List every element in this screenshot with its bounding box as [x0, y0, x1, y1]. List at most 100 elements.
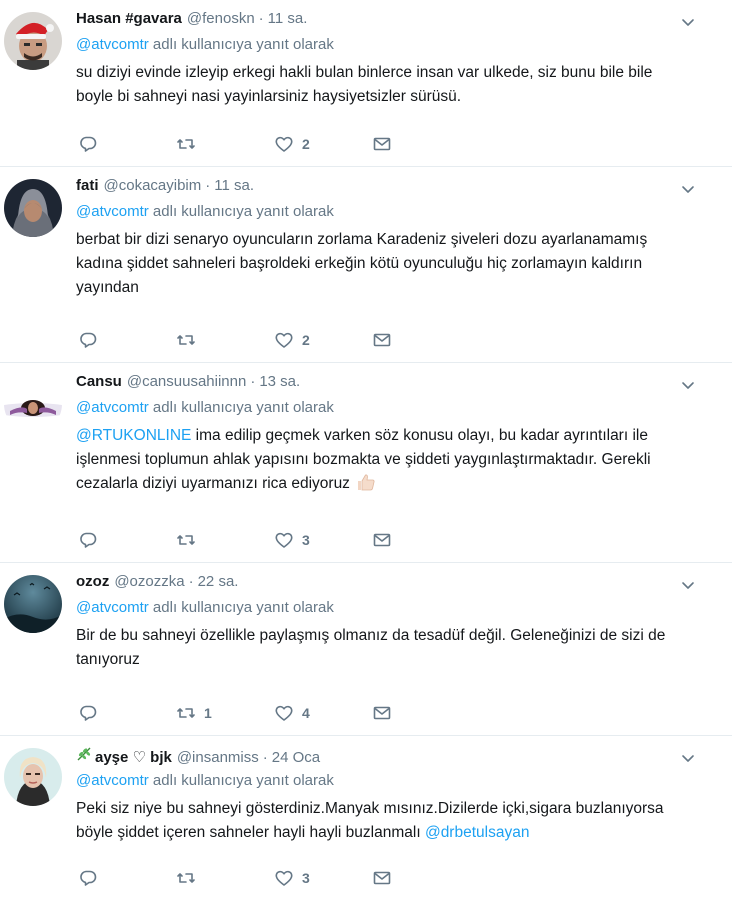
- user-fullname[interactable]: Hasan #gavara: [76, 10, 182, 27]
- tweet-actions: 2: [78, 134, 470, 154]
- direct-message-button[interactable]: [372, 530, 470, 550]
- tweet-time[interactable]: 22 sa.: [198, 573, 239, 590]
- reply-context: @atvcomtr adlı kullanıcıya yanıt olarak: [76, 770, 716, 794]
- reply-button[interactable]: [78, 530, 176, 550]
- user-handle[interactable]: @cansuusahiinnn: [127, 373, 246, 390]
- retweet-button[interactable]: [176, 530, 274, 550]
- reply-mention-link[interactable]: @atvcomtr: [76, 599, 149, 616]
- direct-message-button[interactable]: [372, 703, 470, 723]
- retweet-icon: [177, 139, 195, 149]
- separator-dot: ·: [205, 177, 211, 194]
- direct-message-button[interactable]: [372, 134, 470, 154]
- reply-context: @atvcomtr adlı kullanıcıya yanıt olarak: [76, 201, 716, 225]
- like-button[interactable]: 2: [274, 330, 372, 350]
- tweet-feed: Hasan #gavara @fenoskn · 11 sa. @atvcomt…: [0, 0, 732, 900]
- avatar[interactable]: [4, 575, 62, 633]
- tweet-item[interactable]: Hasan #gavara @fenoskn · 11 sa. @atvcomt…: [0, 0, 732, 167]
- reply-button[interactable]: [78, 134, 176, 154]
- text-mention-link[interactable]: @RTUKONLINE: [76, 427, 191, 444]
- reply-mention-link[interactable]: @atvcomtr: [76, 772, 149, 789]
- chevron-down-icon[interactable]: [680, 750, 696, 766]
- user-handle[interactable]: @cokacayibim: [104, 177, 202, 194]
- avatar[interactable]: [4, 375, 62, 433]
- user-handle[interactable]: @ozozzka: [114, 573, 184, 590]
- reply-context-label: adlı kullanıcıya yanıt olarak: [152, 772, 334, 789]
- tweet-text: Peki siz niye bu sahneyi gösterdiniz.Man…: [76, 797, 716, 845]
- tweet-item[interactable]: fati @cokacayibim · 11 sa. @atvcomtr adl…: [0, 167, 732, 363]
- like-button[interactable]: 2: [274, 134, 372, 154]
- tweet-header: ayşe ♡ bjk @insanmiss · 24 Oca: [76, 746, 716, 766]
- tweet-time[interactable]: 11 sa.: [268, 10, 308, 27]
- chevron-down-icon[interactable]: [680, 14, 696, 30]
- heart-icon: [275, 870, 293, 886]
- like-count: 4: [302, 705, 310, 721]
- reply-mention-link[interactable]: @atvcomtr: [76, 203, 149, 220]
- separator-dot: ·: [262, 749, 268, 766]
- reply-icon: [80, 532, 97, 548]
- text-mention-link[interactable]: @drbetulsayan: [425, 824, 530, 841]
- reply-context-label: adlı kullanıcıya yanıt olarak: [152, 399, 334, 416]
- tweet-actions: 3: [78, 530, 470, 550]
- user-fullname[interactable]: ayşe ♡ bjk: [95, 748, 172, 766]
- tweet-actions: 1 4: [78, 703, 470, 723]
- retweet-button[interactable]: [176, 330, 274, 350]
- retweet-button[interactable]: [176, 134, 274, 154]
- tweet-actions: 2: [78, 330, 470, 350]
- tweet-header: fati @cokacayibim · 11 sa.: [76, 177, 716, 197]
- like-button[interactable]: 3: [274, 868, 372, 888]
- like-count: 3: [302, 870, 310, 886]
- thumbs-up-emoji-icon: [356, 473, 376, 499]
- tweet-actions: 3: [78, 868, 470, 888]
- envelope-icon: [373, 333, 391, 347]
- avatar[interactable]: [4, 179, 62, 237]
- heart-icon: [275, 332, 293, 348]
- user-fullname[interactable]: ozoz: [76, 573, 109, 590]
- tweet-item[interactable]: ayşe ♡ bjk @insanmiss · 24 Oca @atvcomtr…: [0, 736, 732, 900]
- retweet-button[interactable]: 1: [176, 703, 274, 723]
- heart-icon: [275, 705, 293, 721]
- envelope-icon: [373, 871, 391, 885]
- direct-message-button[interactable]: [372, 330, 470, 350]
- avatar[interactable]: [4, 12, 62, 70]
- tweet-time[interactable]: 11 sa.: [214, 177, 254, 194]
- user-handle[interactable]: @fenoskn: [187, 10, 255, 27]
- envelope-icon: [373, 706, 391, 720]
- chevron-down-icon[interactable]: [680, 577, 696, 593]
- tweet-text: su diziyi evinde izleyip erkegi hakli bu…: [76, 64, 653, 105]
- heart-icon: [275, 136, 293, 152]
- avatar[interactable]: [4, 748, 62, 806]
- reply-mention-link[interactable]: @atvcomtr: [76, 36, 149, 53]
- tweet-time[interactable]: 13 sa.: [259, 373, 300, 390]
- chevron-down-icon[interactable]: [680, 181, 696, 197]
- user-handle[interactable]: @insanmiss: [177, 749, 259, 766]
- separator-dot: ·: [250, 373, 256, 390]
- reply-icon: [80, 332, 97, 348]
- user-fullname[interactable]: Cansu: [76, 373, 122, 390]
- envelope-icon: [373, 533, 391, 547]
- reply-context-label: adlı kullanıcıya yanıt olarak: [152, 203, 334, 220]
- tweet-header: Hasan #gavara @fenoskn · 11 sa.: [76, 10, 716, 30]
- tweet-item[interactable]: ozoz @ozozzka · 22 sa. @atvcomtr adlı ku…: [0, 563, 732, 736]
- like-button[interactable]: 3: [274, 530, 372, 550]
- envelope-icon: [373, 137, 391, 151]
- direct-message-button[interactable]: [372, 868, 470, 888]
- reply-context: @atvcomtr adlı kullanıcıya yanıt olarak: [76, 397, 716, 421]
- retweet-count: 1: [204, 705, 212, 721]
- reply-button[interactable]: [78, 330, 176, 350]
- like-button[interactable]: 4: [274, 703, 372, 723]
- reply-button[interactable]: [78, 868, 176, 888]
- like-count: 2: [302, 136, 310, 152]
- separator-dot: ·: [188, 573, 194, 590]
- reply-icon: [80, 705, 97, 721]
- herb-emoji-icon: [76, 746, 92, 767]
- tweet-item[interactable]: Cansu @cansuusahiinnn · 13 sa. @atvcomtr…: [0, 363, 732, 563]
- tweet-text: berbat bir dizi senaryo oyuncuların zorl…: [76, 231, 648, 296]
- retweet-button[interactable]: [176, 868, 274, 888]
- reply-button[interactable]: [78, 703, 176, 723]
- user-fullname[interactable]: fati: [76, 177, 99, 194]
- reply-mention-link[interactable]: @atvcomtr: [76, 399, 149, 416]
- reply-context: @atvcomtr adlı kullanıcıya yanıt olarak: [76, 597, 716, 621]
- chevron-down-icon[interactable]: [680, 377, 696, 393]
- reply-context: @atvcomtr adlı kullanıcıya yanıt olarak: [76, 34, 716, 58]
- tweet-time[interactable]: 24 Oca: [272, 749, 320, 766]
